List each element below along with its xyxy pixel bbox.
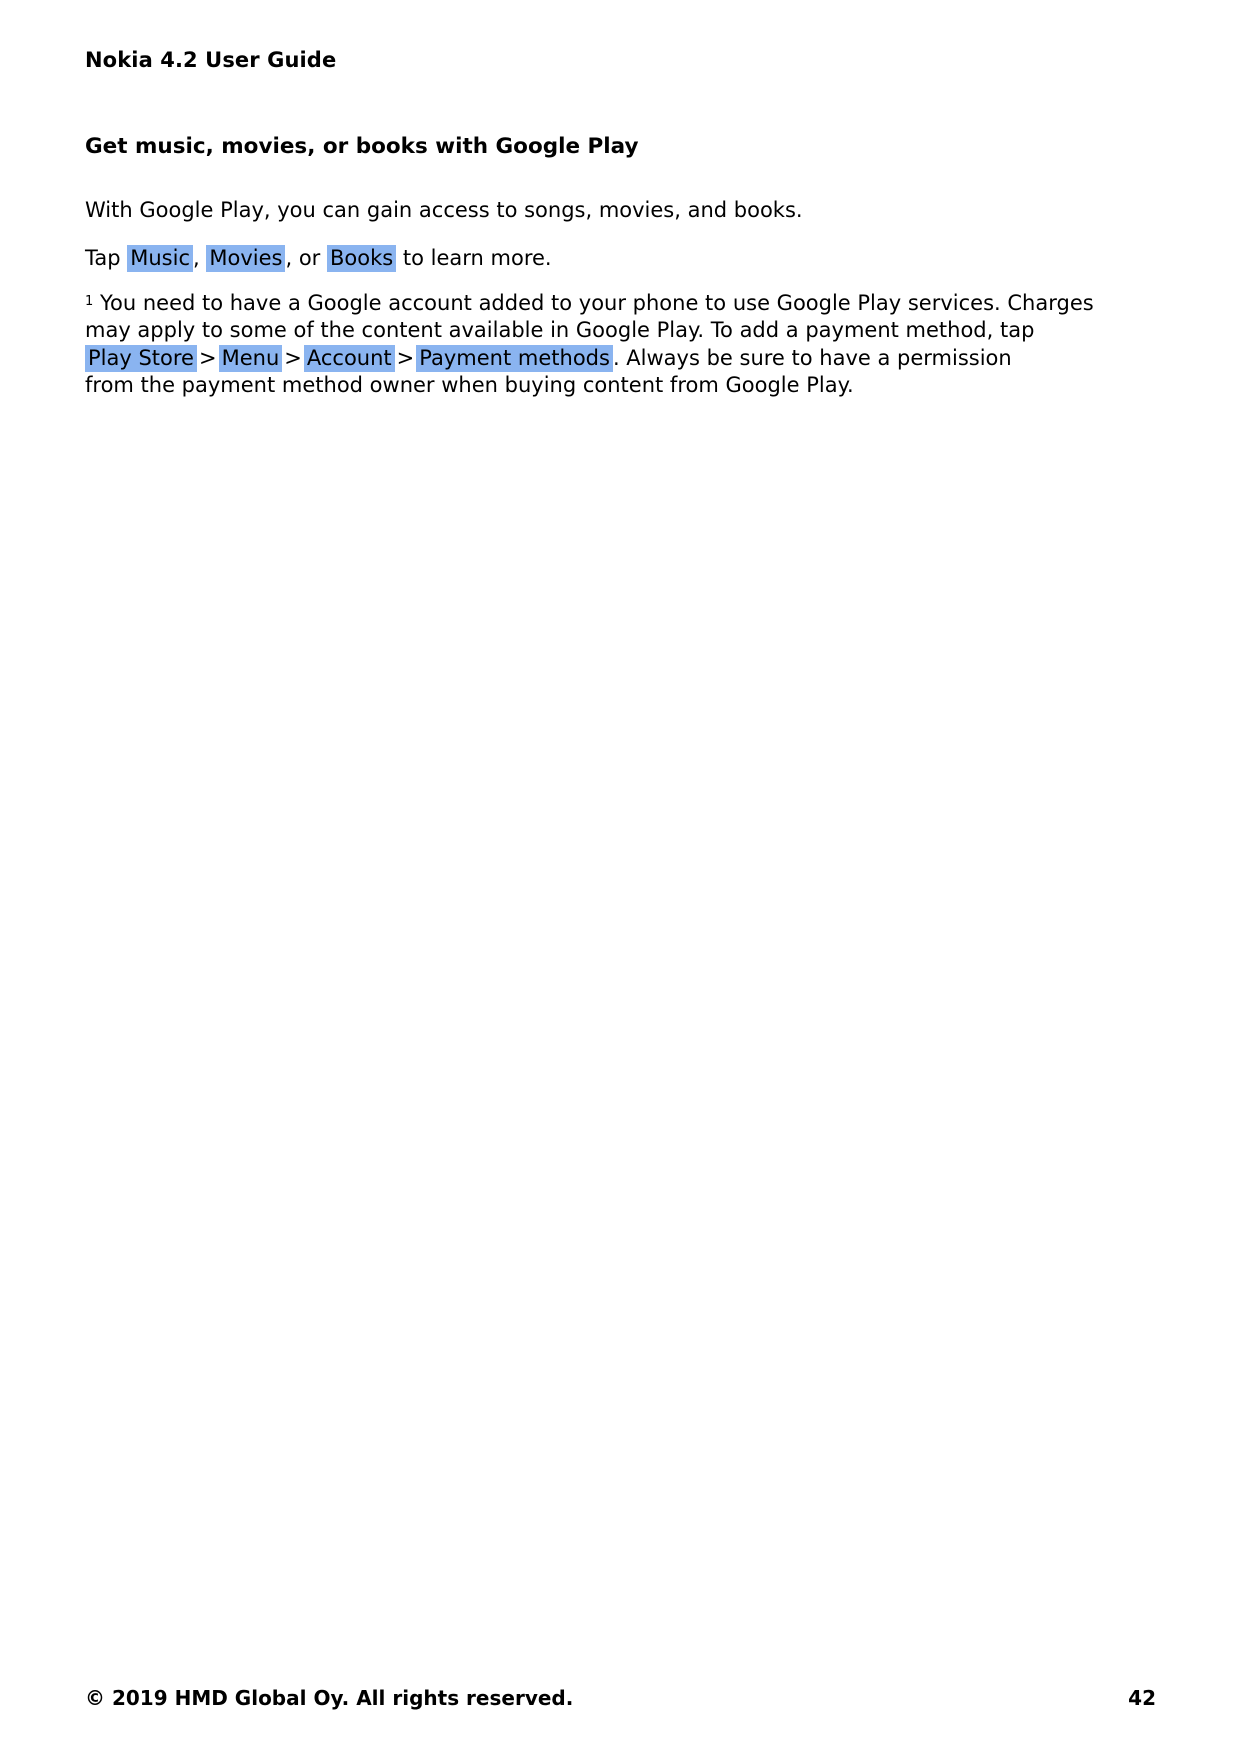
breadcrumb-trailing-text: . Always be sure to have a permission xyxy=(612,345,1012,370)
document-page: Nokia 4.2 User Guide Get music, movies, … xyxy=(0,0,1241,1754)
tap-suffix-text: to learn more. xyxy=(402,246,552,270)
section-heading: Get music, movies, or books with Google … xyxy=(85,134,639,159)
tap-instruction-paragraph: Tap Music, Movies, or Books to learn mor… xyxy=(85,244,1145,272)
footnote-breadcrumb-line: Play Store > Menu > Account > Payment methods.… xyxy=(85,344,1055,372)
breadcrumb-separator-2: > xyxy=(284,345,302,370)
footnote-line-1: 1 You need to have a Google account adde… xyxy=(85,290,1094,317)
footnote-line-4: from the payment method owner when buyin… xyxy=(85,372,854,397)
breadcrumb-separator-3: > xyxy=(396,345,415,370)
footnote-line-2: may apply to some of the content availab… xyxy=(85,318,1035,343)
breadcrumb-step-account[interactable]: Account xyxy=(303,344,395,372)
tap-prefix-text: Tap xyxy=(85,246,121,270)
page-content: Nokia 4.2 User Guide Get music, movies, … xyxy=(85,48,1155,397)
tap-comma-2: , or xyxy=(285,246,321,270)
footnote-marker: 1 xyxy=(85,294,94,309)
ui-label-music[interactable]: Music xyxy=(127,245,193,272)
breadcrumb-separator-1: > xyxy=(198,345,217,370)
breadcrumb-step-menu[interactable]: Menu xyxy=(218,344,283,372)
footer-page-number: 42 xyxy=(1128,1686,1156,1710)
footer-copyright: © 2019 HMD Global Oy. All rights reserve… xyxy=(85,1686,574,1710)
ui-label-movies[interactable]: Movies xyxy=(206,245,286,272)
intro-paragraph: With Google Play, you can gain access to… xyxy=(85,198,803,222)
document-header-title: Nokia 4.2 User Guide xyxy=(85,48,337,72)
footnote-line-1-text: You need to have a Google account added … xyxy=(99,291,1094,315)
breadcrumb-step-play-store[interactable]: Play Store xyxy=(85,344,197,372)
breadcrumb-step-payment-methods[interactable]: Payment methods xyxy=(416,344,613,372)
footnote-block: 1 You need to have a Google account adde… xyxy=(85,290,1094,399)
tap-comma-1: , xyxy=(193,246,200,270)
ui-label-books[interactable]: Books xyxy=(327,245,397,272)
page-footer: © 2019 HMD Global Oy. All rights reserve… xyxy=(85,1686,1156,1710)
